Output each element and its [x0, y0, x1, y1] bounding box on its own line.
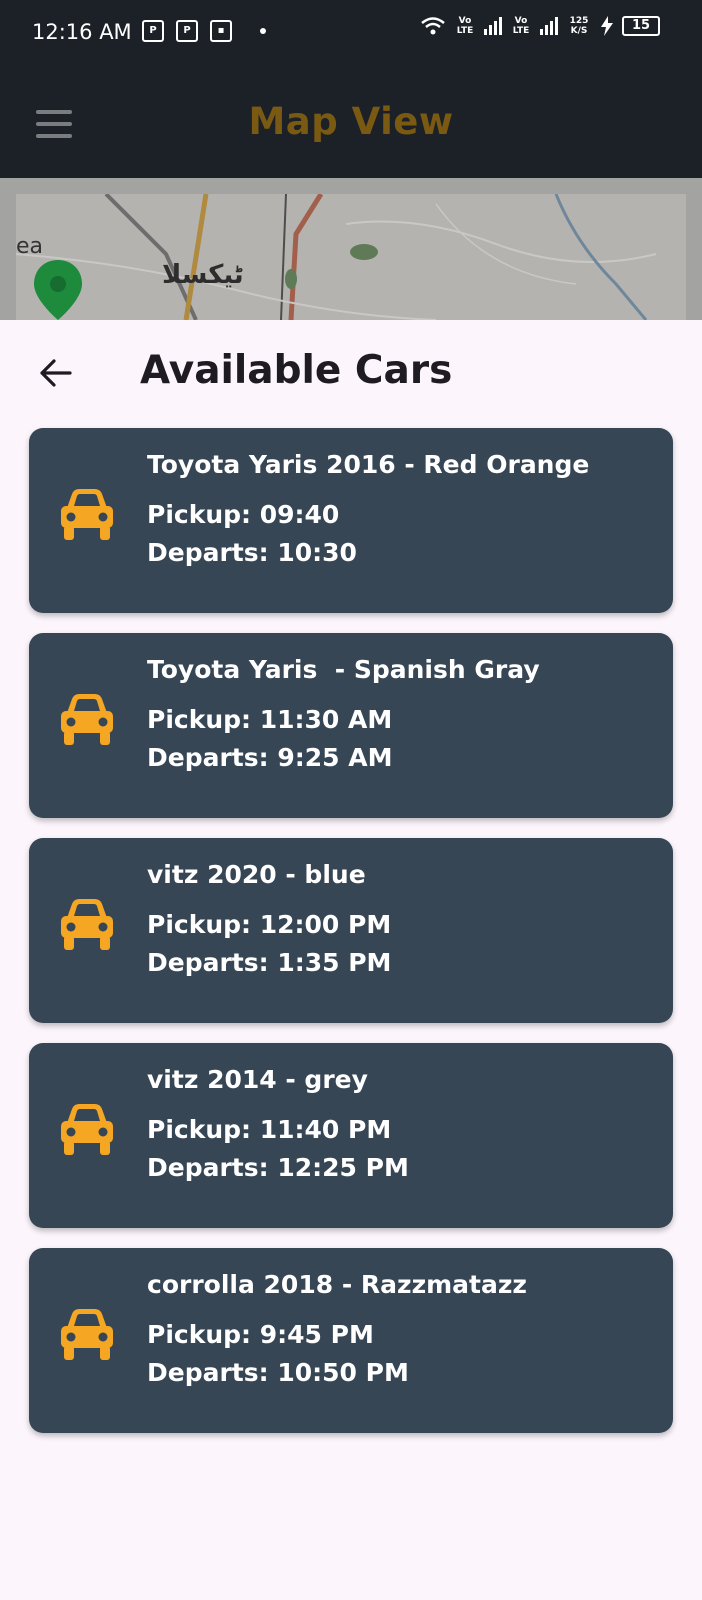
- car-card[interactable]: vitz 2014 - grey Pickup: 11:40 PM Depart…: [29, 1043, 673, 1228]
- sim-notification-icon: ▪: [210, 20, 232, 42]
- volte-label: Vo LTE: [456, 16, 474, 36]
- car-departure-time: Departs: 10:30: [147, 538, 357, 567]
- notification-icons: P P ▪: [142, 20, 266, 42]
- map-canvas[interactable]: ea ٹیکسلا: [15, 192, 686, 320]
- car-icon: [61, 899, 113, 950]
- network-speed: 125 K/S: [569, 16, 589, 36]
- parking-notification-icon: P: [142, 20, 164, 42]
- car-departure-time: Departs: 1:35 PM: [147, 948, 392, 977]
- car-icon: [61, 1309, 113, 1360]
- map-label: ea: [16, 234, 44, 259]
- car-card[interactable]: Toyota Yaris 2016 - Red Orange Pickup: 0…: [29, 428, 673, 613]
- car-departure-time: Departs: 10:50 PM: [147, 1358, 409, 1387]
- more-notifications-dot-icon: [260, 28, 266, 34]
- available-cars-sheet: Available Cars Toyota Yaris 2016 - Red O…: [0, 320, 702, 1600]
- car-name: Toyota Yaris - Spanish Gray: [147, 655, 540, 684]
- car-pickup-time: Pickup: 09:40: [147, 500, 340, 529]
- status-bar: 12:16 AM P P ▪ Vo LTE Vo LTE 125 K/S 15: [0, 0, 702, 70]
- car-card[interactable]: corrolla 2018 - Razzmatazz Pickup: 9:45 …: [29, 1248, 673, 1433]
- location-pin-icon[interactable]: [32, 258, 84, 320]
- back-arrow-icon[interactable]: [38, 356, 72, 390]
- car-card[interactable]: vitz 2020 - blue Pickup: 12:00 PM Depart…: [29, 838, 673, 1023]
- car-name: Toyota Yaris 2016 - Red Orange: [147, 450, 590, 479]
- car-list: Toyota Yaris 2016 - Red Orange Pickup: 0…: [29, 428, 673, 1453]
- car-name: vitz 2020 - blue: [147, 860, 366, 889]
- parking-notification-icon: P: [176, 20, 198, 42]
- car-pickup-time: Pickup: 11:40 PM: [147, 1115, 392, 1144]
- map-label: ٹیکسلا: [162, 260, 244, 290]
- car-icon: [61, 1104, 113, 1155]
- wifi-icon: [421, 17, 445, 35]
- signal-icon: [540, 17, 558, 35]
- map-roads: [15, 192, 657, 320]
- app-bar: Map View: [0, 70, 702, 178]
- page-title: Map View: [248, 100, 454, 143]
- car-name: vitz 2014 - grey: [147, 1065, 368, 1094]
- car-departure-time: Departs: 12:25 PM: [147, 1153, 409, 1182]
- car-pickup-time: Pickup: 9:45 PM: [147, 1320, 374, 1349]
- car-icon: [61, 489, 113, 540]
- car-icon: [61, 694, 113, 745]
- sheet-title: Available Cars: [140, 348, 453, 393]
- car-card[interactable]: Toyota Yaris - Spanish Gray Pickup: 11:3…: [29, 633, 673, 818]
- car-pickup-time: Pickup: 11:30 AM: [147, 705, 393, 734]
- car-departure-time: Departs: 9:25 AM: [147, 743, 393, 772]
- volte-label: Vo LTE: [512, 16, 530, 36]
- car-name: corrolla 2018 - Razzmatazz: [147, 1270, 527, 1299]
- signal-icon: [484, 17, 502, 35]
- car-pickup-time: Pickup: 12:00 PM: [147, 910, 392, 939]
- system-indicators: Vo LTE Vo LTE 125 K/S 15: [420, 16, 660, 36]
- battery-icon: 15: [622, 16, 660, 36]
- map-view[interactable]: ea ٹیکسلا: [0, 178, 702, 320]
- charging-icon: [601, 16, 613, 36]
- status-time: 12:16 AM: [32, 20, 132, 44]
